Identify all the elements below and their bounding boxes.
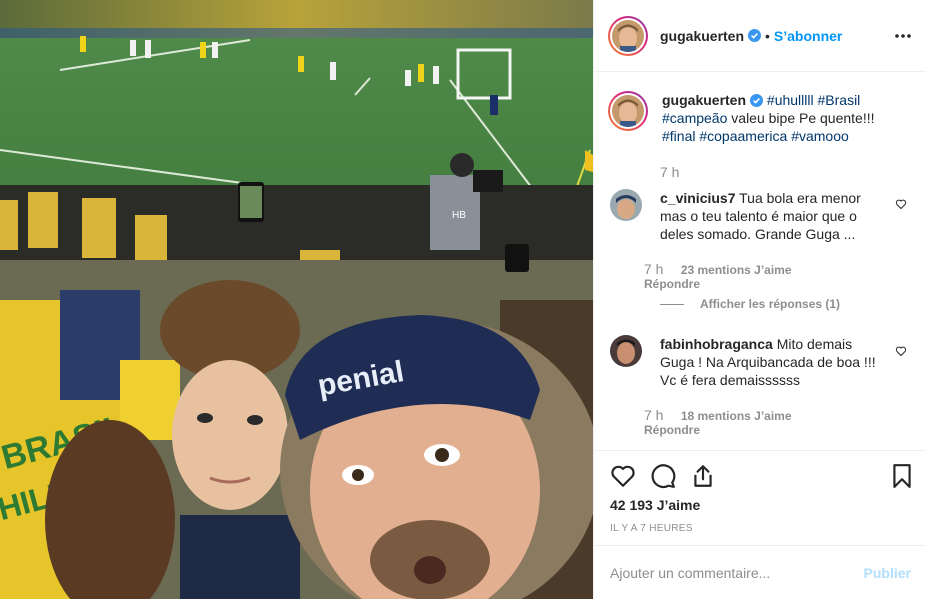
header-separator: • (765, 27, 770, 44)
replies-line (660, 303, 684, 305)
post-timestamp[interactable]: IL Y A 7 HEURES (610, 523, 693, 534)
author-username[interactable]: gugakuerten (660, 28, 744, 44)
comment-time[interactable]: 7 h (644, 407, 663, 423)
verified-badge-icon (750, 94, 764, 107)
post-side-panel: gugakuerten • S’abonner gugakuerten #uhu… (593, 0, 926, 599)
vest-text: HB (452, 210, 466, 221)
caption-avatar[interactable] (608, 91, 648, 131)
hashtag-link[interactable]: #uhulllll (767, 92, 814, 108)
avatar-image (612, 95, 644, 127)
verified-badge-icon (748, 29, 762, 42)
follow-button[interactable]: S’abonner (774, 28, 842, 44)
avatar-image (610, 189, 642, 221)
comment-time[interactable]: 7 h (644, 261, 663, 277)
comment-item: fabinhobraganca Mito demais Guga ! Na Ar… (610, 335, 910, 389)
reply-button[interactable]: Répondre (644, 277, 700, 291)
hashtag-link[interactable]: #final (662, 128, 695, 144)
comment-likes[interactable]: 18 mentions J’aime (681, 409, 792, 423)
comment-input[interactable] (610, 564, 864, 581)
comment-bubble-icon[interactable] (650, 463, 676, 489)
commenter-avatar[interactable] (610, 335, 642, 367)
heart-icon[interactable] (895, 198, 907, 210)
share-icon[interactable] (690, 463, 716, 489)
hashtag-link[interactable]: #Brasil (818, 92, 861, 108)
author-avatar[interactable] (608, 15, 648, 56)
commenter-avatar[interactable] (610, 189, 642, 221)
hashtag-link[interactable]: #copaamerica (699, 128, 787, 144)
post-caption: gugakuerten #uhulllll #Brasil #campeão v… (608, 91, 918, 145)
hashtag-link[interactable]: #campeão (662, 110, 727, 126)
caption-time[interactable]: 7 h (660, 164, 679, 180)
comment-likes[interactable]: 23 mentions J’aime (681, 263, 792, 277)
post-photo[interactable]: HB BRASIL HILF penial (0, 0, 593, 599)
comment-item: c_vinicius7 Tua bola era menor mas o teu… (610, 189, 910, 243)
caption-text: gugakuerten #uhulllll #Brasil #campeão v… (662, 91, 907, 145)
caption-username[interactable]: gugakuerten (662, 92, 746, 108)
more-options-icon[interactable] (893, 26, 913, 46)
avatar-image (612, 19, 644, 52)
like-heart-icon[interactable] (610, 463, 636, 489)
commenter-username[interactable]: c_vinicius7 (660, 190, 736, 206)
heart-icon[interactable] (895, 345, 907, 357)
post-like-count[interactable]: 42 193 J’aime (610, 497, 700, 513)
comment-text: c_vinicius7 Tua bola era menor mas o teu… (660, 189, 880, 243)
add-comment-bar: Publier (594, 545, 926, 599)
publish-button[interactable]: Publier (864, 565, 911, 581)
view-replies-button[interactable]: Afficher les réponses (1) (660, 297, 840, 311)
caption-body: valeu bipe Pe quente!!! (731, 110, 875, 126)
view-replies-label: Afficher les réponses (1) (700, 297, 841, 311)
stadium-selfie-image: HB BRASIL HILF penial (0, 0, 593, 599)
comment-meta: 7 h 23 mentions J’aime (644, 261, 806, 277)
comment-meta: 7 h 18 mentions J’aime (644, 407, 806, 423)
hashtag-link[interactable]: #vamooo (791, 128, 849, 144)
post-actions: 42 193 J’aime IL Y A 7 HEURES (594, 450, 926, 545)
bookmark-icon[interactable] (889, 463, 915, 489)
avatar-image (610, 335, 642, 367)
reply-button[interactable]: Répondre (644, 423, 700, 437)
comment-text: fabinhobraganca Mito demais Guga ! Na Ar… (660, 335, 880, 389)
post-header: gugakuerten • S’abonner (594, 0, 926, 72)
commenter-username[interactable]: fabinhobraganca (660, 336, 773, 352)
comments-section[interactable]: gugakuerten #uhulllll #Brasil #campeão v… (594, 73, 926, 450)
